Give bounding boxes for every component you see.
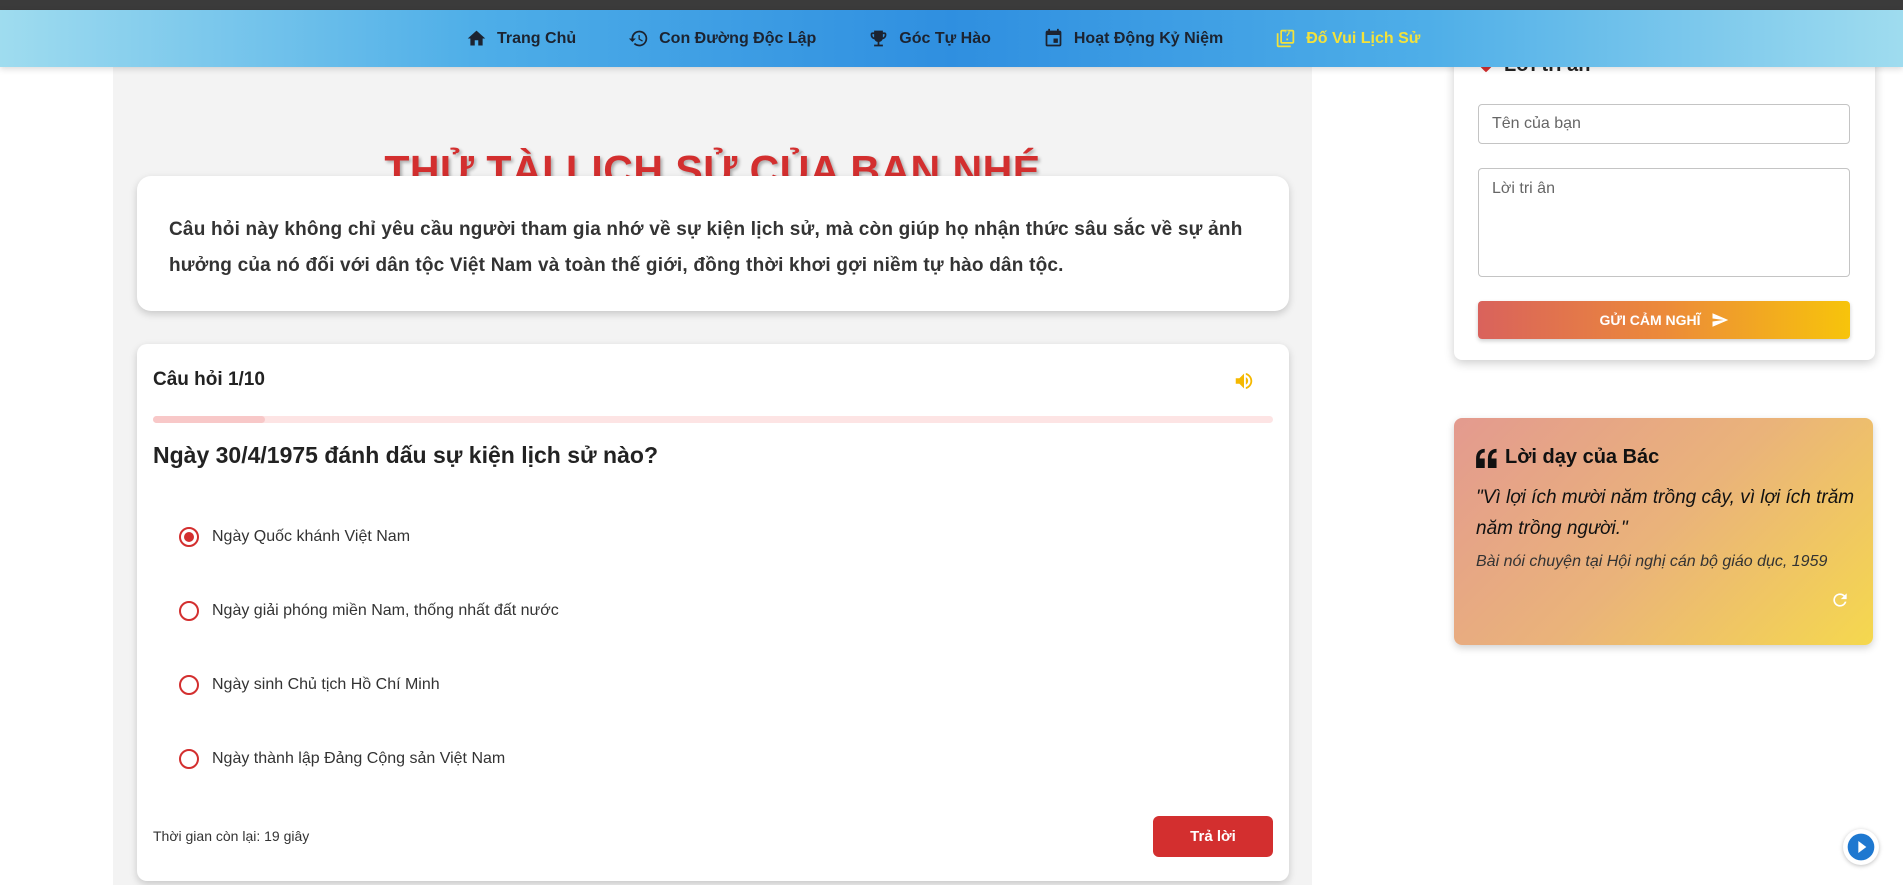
nav-item-pride-corner[interactable]: Góc Tự Hào [868, 28, 991, 49]
nav-item-commemoration[interactable]: Hoạt Động Kỷ Niệm [1043, 28, 1223, 49]
answer-option-label: Ngày Quốc khánh Việt Nam [212, 528, 411, 545]
music-play-button[interactable] [1843, 829, 1879, 865]
play-icon [1847, 833, 1875, 861]
answer-option-label: Ngày giải phóng miền Nam, thống nhất đất… [212, 602, 559, 619]
quiz-icon [1276, 29, 1295, 48]
nav-menu: Trang Chủ Con Đường Độc Lập Góc Tự Hào H… [466, 10, 1420, 67]
trophy-icon [870, 30, 887, 47]
quiz-progress-bar [153, 416, 1273, 423]
radio-button[interactable] [179, 675, 199, 695]
nav-item-independence-path[interactable]: Con Đường Độc Lập [628, 28, 816, 49]
answer-option-label: Ngày sinh Chủ tịch Hồ Chí Minh [212, 676, 440, 693]
quiz-card: Câu hỏi 1/10 Ngày 30/4/1975 đánh dấu sự … [137, 344, 1289, 881]
quote-source: Bài nói chuyện tại Hội nghị cán bộ giáo … [1476, 553, 1828, 570]
nav-item-home[interactable]: Trang Chủ [466, 28, 576, 49]
answer-option[interactable]: Ngày giải phóng miền Nam, thống nhất đất… [179, 574, 559, 648]
history-icon [628, 30, 648, 47]
gratitude-message-input[interactable] [1478, 168, 1850, 277]
quiz-progress-fill [153, 416, 265, 423]
answer-option[interactable]: Ngày thành lập Đảng Cộng sản Việt Nam [179, 722, 559, 796]
quote-icon [1476, 448, 1497, 468]
nav-item-history-quiz[interactable]: Đố Vui Lịch Sử [1275, 28, 1420, 49]
quote-title: Lời dạy của Bác [1476, 446, 1659, 469]
quote-text: "Vì lợi ích mười năm trồng cây, vì lợi í… [1476, 487, 1855, 539]
radio-button[interactable] [179, 601, 199, 621]
nav-item-label: Góc Tự Hào [899, 29, 991, 47]
send-feeling-button[interactable]: GỬI CẢM NGHĨ [1478, 301, 1850, 339]
browser-top-strip [0, 0, 1903, 10]
top-navbar: Trang Chủ Con Đường Độc Lập Góc Tự Hào H… [0, 10, 1903, 67]
calendar-icon [1045, 28, 1062, 47]
nav-item-label: Đố Vui Lịch Sử [1306, 29, 1421, 47]
nav-item-label: Trang Chủ [497, 29, 577, 47]
answer-option[interactable]: Ngày sinh Chủ tịch Hồ Chí Minh [179, 648, 559, 722]
refresh-icon[interactable] [1830, 590, 1850, 610]
answer-option-label: Ngày thành lập Đảng Cộng sản Việt Nam [212, 750, 506, 767]
radio-button[interactable] [179, 527, 199, 547]
gratitude-card: Lời tri ân GỬI CẢM NGHĨ [1454, 40, 1875, 360]
radio-button[interactable] [179, 749, 199, 769]
answer-options: Ngày Quốc khánh Việt Nam Ngày giải phóng… [179, 500, 559, 796]
question-counter: Câu hỏi 1/10 [153, 369, 265, 390]
intro-text: Câu hỏi này không chỉ yêu cầu người tham… [169, 219, 1243, 276]
volume-icon[interactable] [1233, 370, 1255, 392]
send-icon [1712, 313, 1728, 327]
quote-title-text: Lời dạy của Bác [1505, 446, 1660, 468]
intro-card: Câu hỏi này không chỉ yêu cầu người tham… [137, 176, 1289, 311]
answer-option[interactable]: Ngày Quốc khánh Việt Nam [179, 500, 559, 574]
home-icon [467, 30, 486, 46]
send-button-label: GỬI CẢM NGHĨ [1599, 312, 1701, 328]
answer-button[interactable]: Trả lời [1153, 816, 1273, 857]
nav-item-label: Con Đường Độc Lập [659, 29, 817, 47]
countdown-timer: Thời gian còn lại: 19 giây [153, 828, 310, 844]
question-text: Ngày 30/4/1975 đánh dấu sự kiện lịch sử … [153, 442, 658, 468]
quote-card: Lời dạy của Bác "Vì lợi ích mười năm trồ… [1454, 418, 1873, 645]
nav-item-label: Hoạt Động Kỷ Niệm [1073, 29, 1224, 47]
name-input[interactable] [1478, 104, 1850, 144]
